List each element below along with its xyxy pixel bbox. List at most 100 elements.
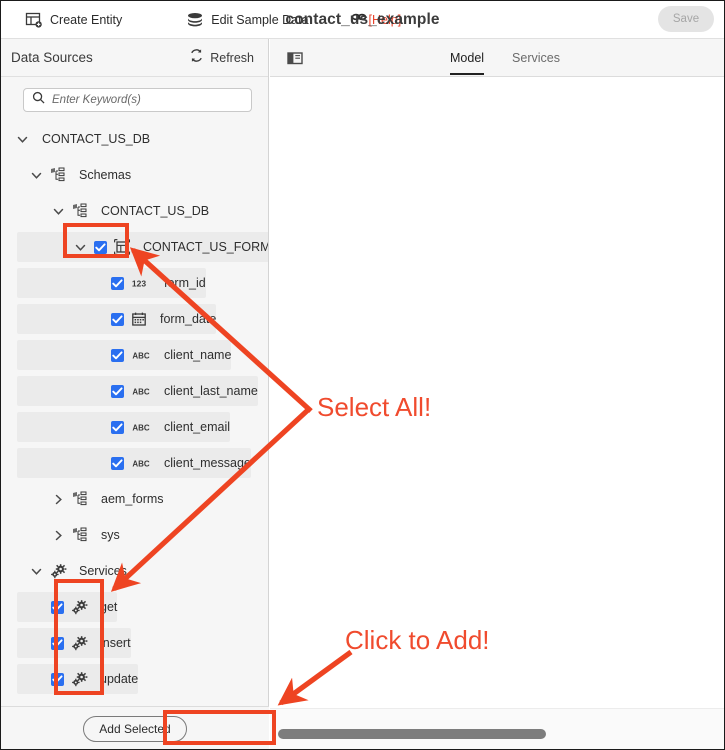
tree-row-wrapper: form_date xyxy=(1,301,268,337)
tree-row-content: 123 form_id xyxy=(17,275,206,291)
tree-row-label: CONTACT_US_FORMS xyxy=(143,240,268,254)
tree-row[interactable]: CONTACT_US_DB xyxy=(1,121,268,157)
edit-sample-data-label: Edit Sample Data xyxy=(211,12,309,27)
tree-row[interactable]: CONTACT_US_FORMS xyxy=(17,232,268,262)
tree-checkbox[interactable] xyxy=(51,672,64,686)
editor-tabbar: Model Services xyxy=(270,39,724,77)
tree-row-label: CONTACT_US_DB xyxy=(101,204,210,218)
chevron-right-icon[interactable] xyxy=(51,528,65,542)
help-link[interactable]: [Help] xyxy=(351,10,402,29)
tree-row-label: get xyxy=(100,600,118,614)
create-entity-button[interactable]: Create Entity xyxy=(17,8,130,32)
search-input[interactable] xyxy=(52,94,243,106)
database-stack-icon xyxy=(186,11,204,29)
create-entity-label: Create Entity xyxy=(50,12,123,27)
tree-checkbox[interactable] xyxy=(111,420,124,434)
refresh-button[interactable]: Refresh xyxy=(189,48,254,68)
chevron-down-icon[interactable] xyxy=(73,240,87,254)
tree-row-label: update xyxy=(100,672,139,686)
edit-sample-data-button[interactable]: Edit Sample Data xyxy=(178,8,316,32)
search-box[interactable] xyxy=(23,88,252,112)
tree-row-content: ABC client_email xyxy=(17,419,230,435)
save-button[interactable]: Save xyxy=(658,6,714,32)
tree-row-content: form_date xyxy=(17,311,216,327)
gears-icon xyxy=(71,671,88,687)
model-canvas[interactable] xyxy=(270,78,724,709)
tree-row-label: form_date xyxy=(160,312,217,326)
tree-row-label: client_name xyxy=(164,348,232,362)
refresh-label: Refresh xyxy=(210,51,254,65)
tree-row[interactable]: insert xyxy=(17,628,131,658)
data-sources-title: Data Sources xyxy=(11,50,93,65)
table-add-icon xyxy=(25,11,43,29)
panel-bottom-bar: Add Selected xyxy=(1,706,269,749)
tree-checkbox[interactable] xyxy=(94,240,107,254)
schema-icon xyxy=(72,491,88,507)
tree-checkbox[interactable] xyxy=(111,456,124,470)
panel-layout-icon[interactable] xyxy=(286,49,304,67)
tree-row[interactable]: CONTACT_US_DB xyxy=(1,193,268,229)
svg-text:ABC: ABC xyxy=(132,351,150,360)
tree-row[interactable]: Services xyxy=(1,553,268,589)
horizontal-scrollbar-thumb[interactable] xyxy=(278,729,546,739)
data-sources-panel: Data Sources Refresh Enter Keyword(s) CO… xyxy=(1,39,269,749)
editor-tabs[interactable]: Model Services xyxy=(450,39,560,77)
chevron-down-icon[interactable] xyxy=(15,132,29,146)
tree-row-label: CONTACT_US_DB xyxy=(42,132,151,146)
tree-row-content: ABC client_name xyxy=(17,347,231,363)
table-icon xyxy=(114,239,130,255)
tree-row-content: sys xyxy=(1,527,268,543)
tree-row-wrapper: 123 form_id xyxy=(1,265,268,301)
tree-checkbox[interactable] xyxy=(111,348,124,362)
tree-row[interactable]: ABC client_name xyxy=(17,340,232,370)
tree-row-label: sys xyxy=(101,528,120,542)
tree-row[interactable]: 123 form_id xyxy=(17,268,206,298)
svg-text:ABC: ABC xyxy=(132,459,150,468)
tree-row-content: aem_forms xyxy=(1,491,268,507)
tree-row-label: form_id xyxy=(164,276,206,290)
canvas-scroll-area xyxy=(270,708,724,749)
tree-row-wrapper: CONTACT_US_FORMS xyxy=(1,229,268,265)
tab-services[interactable]: Services xyxy=(512,39,560,77)
gears-icon xyxy=(71,599,88,615)
tree-checkbox[interactable] xyxy=(111,312,124,326)
tree-row[interactable]: update xyxy=(17,664,139,694)
tree-row-label: aem_forms xyxy=(101,492,164,506)
refresh-icon xyxy=(189,48,204,68)
chevron-down-icon[interactable] xyxy=(29,168,43,182)
schema-icon xyxy=(72,527,88,543)
tree-row-content: ABC client_message xyxy=(17,455,251,471)
tree-checkbox[interactable] xyxy=(111,384,124,398)
top-toolbar: Create Entity Edit Sample Data [Help] co… xyxy=(1,1,724,39)
chevron-right-icon[interactable] xyxy=(51,492,65,506)
data-sources-tree[interactable]: CONTACT_US_DB Schemas CONTACT_US_DB CONTACT… xyxy=(1,121,268,711)
tree-row-content: ABC client_last_name xyxy=(17,383,258,399)
tree-row[interactable]: get xyxy=(17,592,118,622)
horizontal-scrollbar-track[interactable] xyxy=(270,727,724,741)
tree-row-label: client_message xyxy=(164,456,251,470)
tree-row[interactable]: form_date xyxy=(17,304,217,334)
help-label: [Help] xyxy=(368,12,402,27)
svg-text:123: 123 xyxy=(132,279,146,289)
tree-row[interactable]: sys xyxy=(1,517,268,553)
tree-row[interactable]: aem_forms xyxy=(1,481,268,517)
tree-row-content: insert xyxy=(17,635,131,651)
tab-model[interactable]: Model xyxy=(450,39,485,77)
chevron-down-icon[interactable] xyxy=(29,564,43,578)
svg-text:ABC: ABC xyxy=(132,387,150,396)
gears-icon xyxy=(71,635,88,651)
tree-row[interactable]: ABC client_message xyxy=(17,448,251,478)
chevron-down-icon[interactable] xyxy=(51,204,65,218)
tree-checkbox[interactable] xyxy=(51,600,64,614)
tree-row[interactable]: ABC client_last_name xyxy=(17,376,258,406)
tree-row-label: insert xyxy=(100,636,131,650)
tree-row[interactable]: ABC client_email xyxy=(17,412,231,442)
tree-checkbox[interactable] xyxy=(111,276,124,290)
editor-panel: Model Services xyxy=(270,39,724,749)
application-window: Create Entity Edit Sample Data [Help] co… xyxy=(0,0,725,750)
tree-row-wrapper: update xyxy=(1,661,268,697)
tree-row[interactable]: Schemas xyxy=(1,157,268,193)
add-selected-button[interactable]: Add Selected xyxy=(83,715,187,742)
tree-checkbox[interactable] xyxy=(51,636,64,650)
tree-row-wrapper: ABC client_email xyxy=(1,409,268,445)
